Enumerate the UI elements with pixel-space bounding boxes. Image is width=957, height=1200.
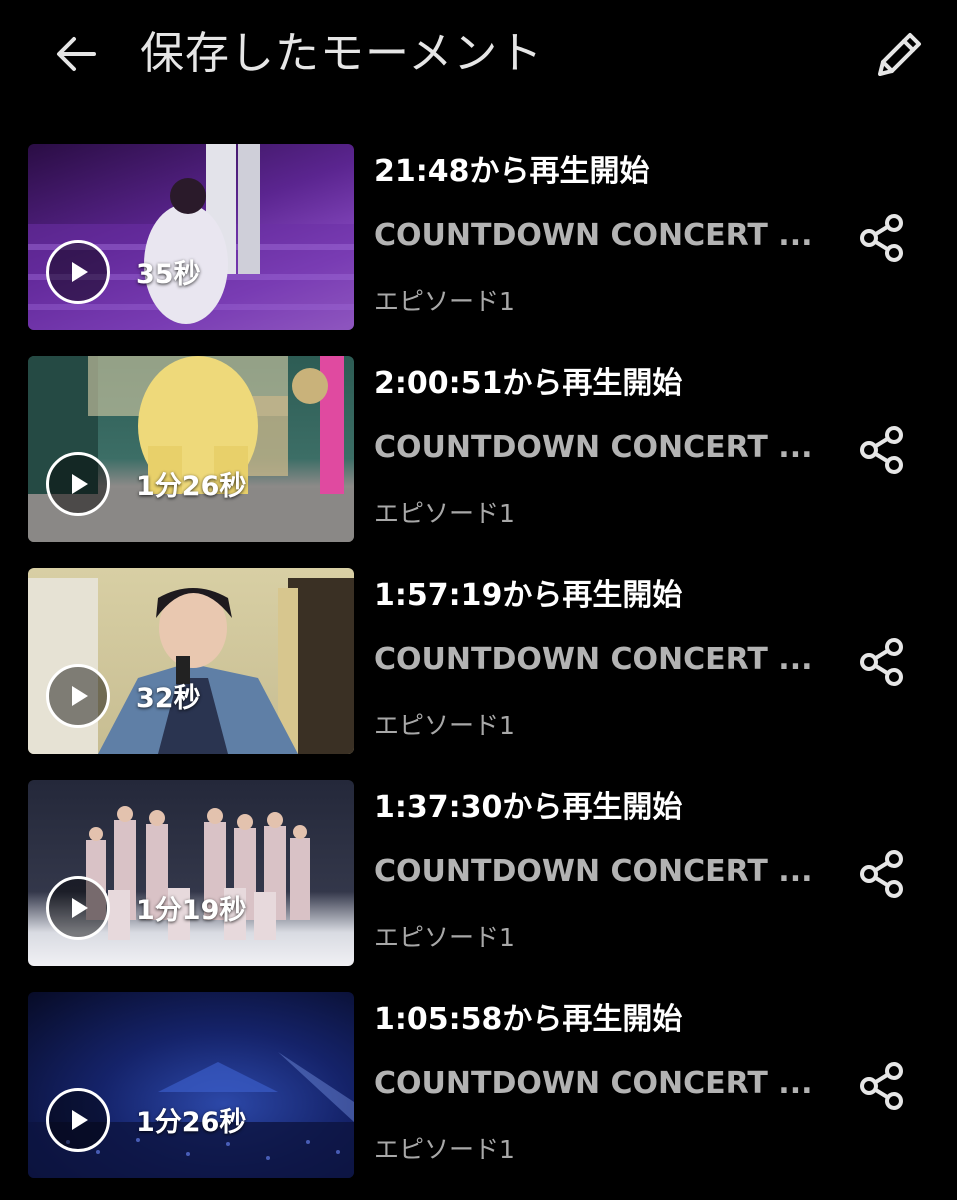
resume-position: 21:48から再生開始 xyxy=(374,154,650,189)
share-button[interactable] xyxy=(852,420,912,480)
moment-duration: 35秒 xyxy=(136,259,201,290)
moment-duration: 1分26秒 xyxy=(136,1107,247,1138)
episode-label: エピソード1 xyxy=(374,1135,515,1164)
episode-label: エピソード1 xyxy=(374,499,515,528)
show-title: COUNTDOWN CONCERT ... xyxy=(374,854,813,889)
moment-info[interactable]: 1:57:19から再生開始 COUNTDOWN CONCERT ... エピソー… xyxy=(374,568,834,754)
share-button[interactable] xyxy=(852,1056,912,1116)
resume-position: 1:37:30から再生開始 xyxy=(374,790,683,825)
page-title: 保存したモーメント xyxy=(140,28,544,79)
list-item: 1分26秒 2:00:51から再生開始 COUNTDOWN CONCERT ..… xyxy=(0,356,957,568)
episode-label: エピソード1 xyxy=(374,711,515,740)
list-item: 32秒 1:57:19から再生開始 COUNTDOWN CONCERT ... … xyxy=(0,568,957,780)
moment-info[interactable]: 21:48から再生開始 COUNTDOWN CONCERT ... エピソード1 xyxy=(374,144,834,330)
share-icon xyxy=(860,426,903,474)
play-icon xyxy=(72,1110,88,1130)
moment-duration: 32秒 xyxy=(136,683,201,714)
share-icon xyxy=(860,1062,903,1110)
moment-thumbnail[interactable]: 35秒 xyxy=(28,144,354,330)
list-item: 35秒 21:48から再生開始 COUNTDOWN CONCERT ... エピ… xyxy=(0,144,957,356)
moment-thumbnail[interactable]: 1分19秒 xyxy=(28,780,354,966)
moment-info[interactable]: 1:37:30から再生開始 COUNTDOWN CONCERT ... エピソー… xyxy=(374,780,834,966)
moment-duration: 1分26秒 xyxy=(136,471,247,502)
resume-position: 1:05:58から再生開始 xyxy=(374,1002,683,1037)
list-item: 1分19秒 1:37:30から再生開始 COUNTDOWN CONCERT ..… xyxy=(0,780,957,992)
play-icon xyxy=(72,898,88,918)
play-button[interactable] xyxy=(46,1088,110,1152)
list-item: 1分26秒 1:05:58から再生開始 COUNTDOWN CONCERT ..… xyxy=(0,992,957,1200)
back-button[interactable] xyxy=(46,26,106,82)
episode-label: エピソード1 xyxy=(374,923,515,952)
play-button[interactable] xyxy=(46,240,110,304)
moment-info[interactable]: 2:00:51から再生開始 COUNTDOWN CONCERT ... エピソー… xyxy=(374,356,834,542)
play-button[interactable] xyxy=(46,876,110,940)
resume-position: 2:00:51から再生開始 xyxy=(374,366,683,401)
share-button[interactable] xyxy=(852,844,912,904)
play-button[interactable] xyxy=(46,664,110,728)
moment-duration: 1分19秒 xyxy=(136,895,247,926)
arrow-left-icon xyxy=(57,37,96,71)
share-icon xyxy=(860,850,903,898)
app-header: 保存したモーメント xyxy=(0,0,957,110)
episode-label: エピソード1 xyxy=(374,287,515,316)
pencil-icon xyxy=(878,33,921,76)
show-title: COUNTDOWN CONCERT ... xyxy=(374,1066,813,1101)
moment-info[interactable]: 1:05:58から再生開始 COUNTDOWN CONCERT ... エピソー… xyxy=(374,992,834,1178)
show-title: COUNTDOWN CONCERT ... xyxy=(374,430,813,465)
play-icon xyxy=(72,686,88,706)
play-icon xyxy=(72,474,88,494)
moment-thumbnail[interactable]: 1分26秒 xyxy=(28,992,354,1178)
moment-thumbnail[interactable]: 32秒 xyxy=(28,568,354,754)
show-title: COUNTDOWN CONCERT ... xyxy=(374,218,813,253)
edit-button[interactable] xyxy=(866,22,932,88)
resume-position: 1:57:19から再生開始 xyxy=(374,578,683,613)
moment-thumbnail[interactable]: 1分26秒 xyxy=(28,356,354,542)
share-button[interactable] xyxy=(852,632,912,692)
saved-moments-screen: 保存したモーメント 35秒 21:48から再生開始 COUNTDOWN CONC… xyxy=(0,0,957,1200)
share-button[interactable] xyxy=(852,208,912,268)
share-icon xyxy=(860,214,903,262)
share-icon xyxy=(860,638,903,686)
play-icon xyxy=(72,262,88,282)
show-title: COUNTDOWN CONCERT ... xyxy=(374,642,813,677)
moments-list: 35秒 21:48から再生開始 COUNTDOWN CONCERT ... エピ… xyxy=(0,144,957,1200)
play-button[interactable] xyxy=(46,452,110,516)
